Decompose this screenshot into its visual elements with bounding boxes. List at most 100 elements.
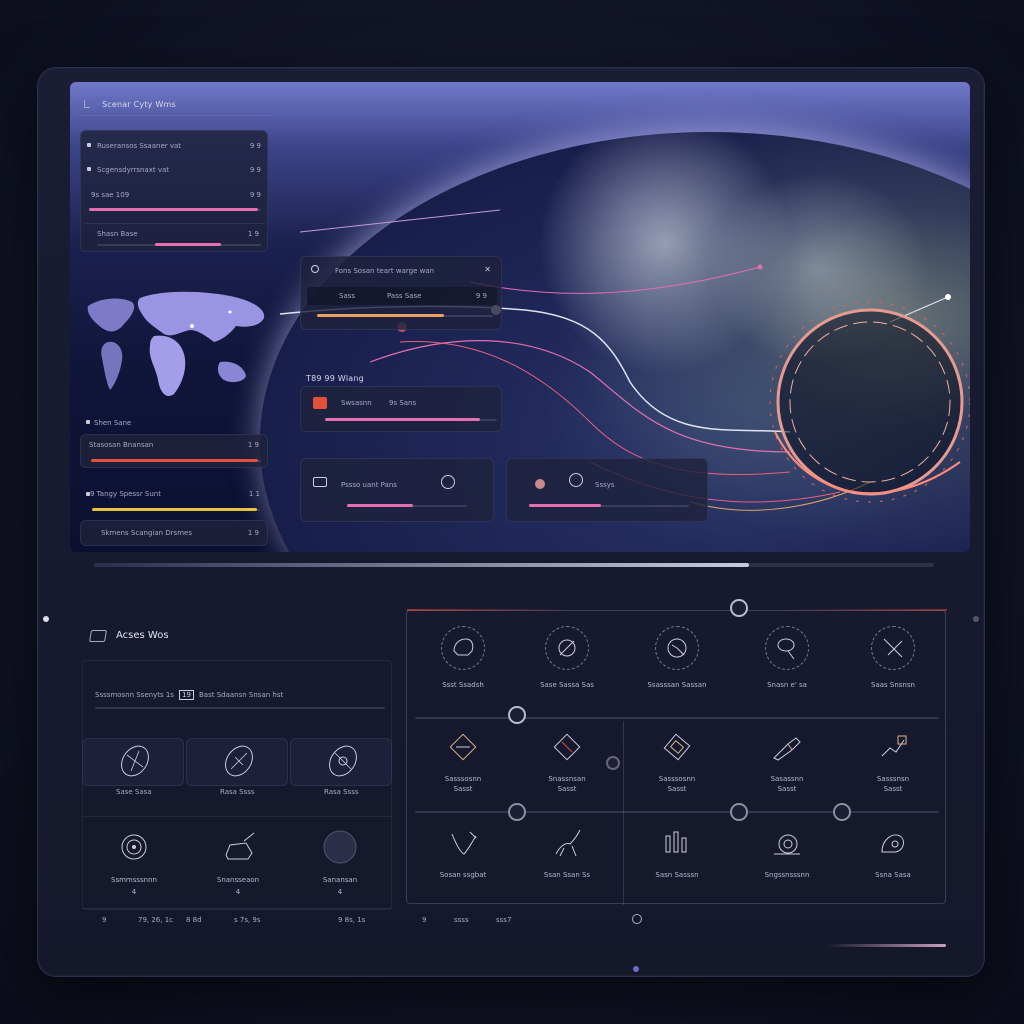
vehicle-icon [225, 832, 255, 860]
mouse-device-icon [121, 745, 149, 777]
status-dot-icon[interactable] [632, 914, 642, 924]
progress-fill [529, 504, 601, 507]
grid-item[interactable]: Sase Sassa Sas [524, 626, 610, 690]
grid-divider [623, 721, 624, 905]
status-card[interactable]: Sssys [506, 458, 708, 522]
orb-icon [535, 479, 545, 489]
target-icon [311, 265, 319, 273]
stat-row[interactable]: Stasosan Bnansan 1 9 [80, 434, 268, 468]
grid-item[interactable]: Snasn e' sa [744, 626, 830, 690]
footer-left: 9 79, 26, 1c 8 8d s 7s, 9s 9 8s, 1s [82, 908, 392, 930]
section-title: Acses Wos [116, 630, 169, 641]
portal-ring[interactable] [769, 301, 970, 503]
connector-node[interactable] [833, 803, 851, 821]
tool-item[interactable]: Snansseaon 4 [200, 829, 276, 897]
stat-row[interactable]: Shen Sane [80, 416, 270, 430]
stat-row[interactable]: Skmens Scangian Drsmes 1 9 [80, 520, 268, 546]
left-stats-panel: Ruseransos Ssaaner vat 9 9 Scgensdyrrsna… [80, 130, 268, 252]
connector-node[interactable] [508, 803, 526, 821]
footer-value: 79, 26, 1c [138, 916, 174, 924]
progress-fill [317, 314, 444, 317]
grid-item[interactable]: Sngssnsssnn [744, 826, 830, 880]
footer-value: 9 [102, 916, 107, 924]
bullet-icon [86, 420, 90, 424]
card-label: Sssys [595, 481, 615, 489]
chart-bar-icon [665, 831, 687, 853]
route-node[interactable] [945, 294, 951, 300]
card-icon [663, 733, 691, 761]
frame-indicator [973, 616, 979, 622]
progress-fill [155, 243, 221, 246]
bracket-icon [84, 100, 90, 108]
spiral-icon [121, 834, 147, 860]
frame-indicator [633, 966, 639, 972]
card-row[interactable]: Sass Pass Sase 9 9 [307, 287, 497, 305]
flag-icon [313, 397, 327, 409]
hand-tool-icon [225, 745, 253, 777]
route-node[interactable] [757, 264, 763, 270]
grid-item[interactable]: Snassnsan Sasst [524, 730, 610, 794]
timeline-scrollbar[interactable] [94, 563, 934, 567]
footer-right: 9 ssss sss7 [406, 908, 946, 947]
tool-tile[interactable] [186, 738, 288, 786]
stat-row[interactable]: Ruseransos Ssaaner vat 9 9 [85, 139, 265, 153]
lasso-icon [765, 626, 809, 670]
mission-card[interactable]: Swsasnn 9s Sans [300, 386, 502, 432]
card-title: Fons Sosan teart warge wan [335, 267, 435, 275]
grid-item[interactable]: Ssna Sasa [850, 826, 936, 880]
status-card[interactable]: Pssso uant Pans [300, 458, 494, 522]
compass-icon [545, 626, 589, 670]
robot-arm-icon [881, 735, 907, 757]
progress-fill [89, 208, 258, 211]
route-card[interactable]: Fons Sosan teart warge wan ✕ Sass Pass S… [300, 256, 502, 330]
connector-node[interactable] [730, 803, 748, 821]
stat-row[interactable]: 9 Tangy Spessr Sunt 1 1 [80, 486, 270, 514]
footer-value: ssss [454, 916, 469, 924]
grid-item[interactable]: Sasssnsn Sasst [850, 730, 936, 794]
tool-tile[interactable] [82, 738, 184, 786]
divider [95, 707, 385, 709]
spiral-icon [441, 475, 455, 489]
stat-row[interactable]: 9s sae 109 9 9 [85, 189, 265, 215]
grid-item[interactable]: Saas Snsnsn [850, 626, 936, 690]
grid-item[interactable]: Ssst Ssadsh [420, 626, 506, 690]
page-title: Scenar Cyty Wms [102, 100, 176, 109]
count-badge: 19 [179, 690, 194, 700]
stat-value: 9 9 [249, 166, 261, 174]
progress-fill [92, 508, 257, 511]
grid-item[interactable]: Sosan ssgbat [420, 826, 506, 880]
tile-label: Rasa Ssss [324, 788, 359, 796]
shell-icon [881, 834, 904, 853]
connector-node[interactable] [730, 599, 748, 617]
progress-fill [91, 459, 258, 462]
tools-icon [871, 626, 915, 670]
close-icon[interactable]: ✕ [484, 265, 491, 274]
grid-item[interactable]: Sasassnn Sasst [744, 730, 830, 794]
stat-label: Shasn Base [97, 230, 138, 238]
tool-item[interactable]: Sanansan 4 [302, 829, 378, 897]
stat-value: 1 9 [247, 230, 259, 238]
row-label: 9s Sans [389, 399, 417, 407]
stat-row[interactable]: Scgensdyrrsnaxt vat 9 9 [85, 163, 265, 177]
grid-item[interactable]: Sasssosnn Sasst [634, 730, 720, 794]
progress-fill [347, 504, 413, 507]
tile-label: Rasa Ssss [220, 788, 255, 796]
grid-item[interactable]: Sasn Sasssn [634, 826, 720, 880]
helmet-icon [441, 626, 485, 670]
footer-value: 9 [422, 916, 427, 924]
gear-device-icon [329, 745, 357, 777]
grid-item[interactable]: Sasssosnn Sasst [420, 730, 506, 794]
tools-row-2: Ssmmsssnnn 4 Snansseaon 4 Sanansan 4 [82, 816, 392, 908]
grid-item[interactable]: Ssan Ssan Ss [524, 826, 610, 880]
stat-row[interactable]: Shasn Base 1 9 [85, 223, 265, 249]
connector-node[interactable] [508, 706, 526, 724]
footer-value: sss7 [496, 916, 512, 924]
stat-value: 1 1 [248, 490, 260, 498]
tag-icon [88, 630, 108, 642]
tool-tile[interactable] [290, 738, 392, 786]
header-bar: Scenar Cyty Wms [80, 96, 270, 116]
world-map-icon[interactable] [80, 282, 270, 412]
tool-item[interactable]: Ssmmsssnnn 4 [96, 829, 172, 897]
grid-item[interactable]: Ssasssan Sassan [634, 626, 720, 690]
section-header: Acses Wos [88, 628, 388, 648]
